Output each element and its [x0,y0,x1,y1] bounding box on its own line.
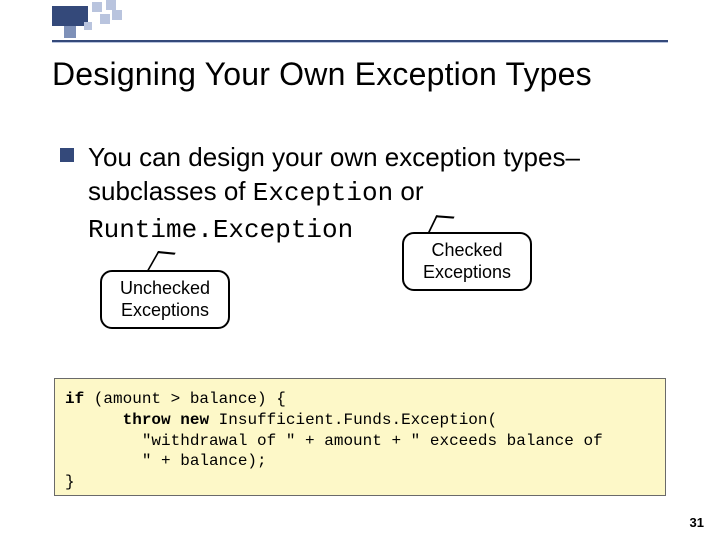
header-rule [52,40,668,43]
slide-title: Designing Your Own Exception Types [52,56,592,93]
code-text [65,411,123,429]
deco-light-square [64,26,76,38]
keyword: throw [123,411,171,429]
callout-line: Unchecked [120,278,210,298]
text-fragment: You can design your own exception types– [88,142,580,172]
callout-line: Exceptions [121,300,209,320]
code-inline: Exception [253,178,393,208]
page-number: 31 [690,515,704,530]
deco-light-square [100,14,110,24]
deco-light-square [92,2,102,12]
code-block: if (amount > balance) { throw new Insuff… [54,378,666,496]
keyword: new [180,411,209,429]
bullet-text: You can design your own exception types–… [88,140,670,247]
keyword: if [65,390,84,408]
deco-light-square [106,0,116,10]
header-decoration [0,0,720,40]
slide: Designing Your Own Exception Types You c… [0,0,720,540]
deco-light-square [84,22,92,30]
bullet-icon [60,148,74,162]
code-text: "withdrawal of " + amount + " exceeds ba… [65,432,603,450]
code-text: (amount > balance) { [84,390,286,408]
callout-line: Checked [431,240,502,260]
deco-light-square [112,10,122,20]
code-text: Insufficient.Funds.Exception( [209,411,497,429]
text-fragment: subclasses of [88,176,253,206]
callout-line: Exceptions [423,262,511,282]
code-text: " + balance); [65,452,267,470]
code-text: } [65,473,75,491]
bullet-item: You can design your own exception types–… [60,140,670,247]
callout-checked: Checked Exceptions [402,232,532,291]
code-text [171,411,181,429]
text-fragment: or [393,176,423,206]
deco-dark-square [52,6,88,26]
callout-unchecked: Unchecked Exceptions [100,270,230,329]
code-inline: Runtime.Exception [88,215,353,245]
